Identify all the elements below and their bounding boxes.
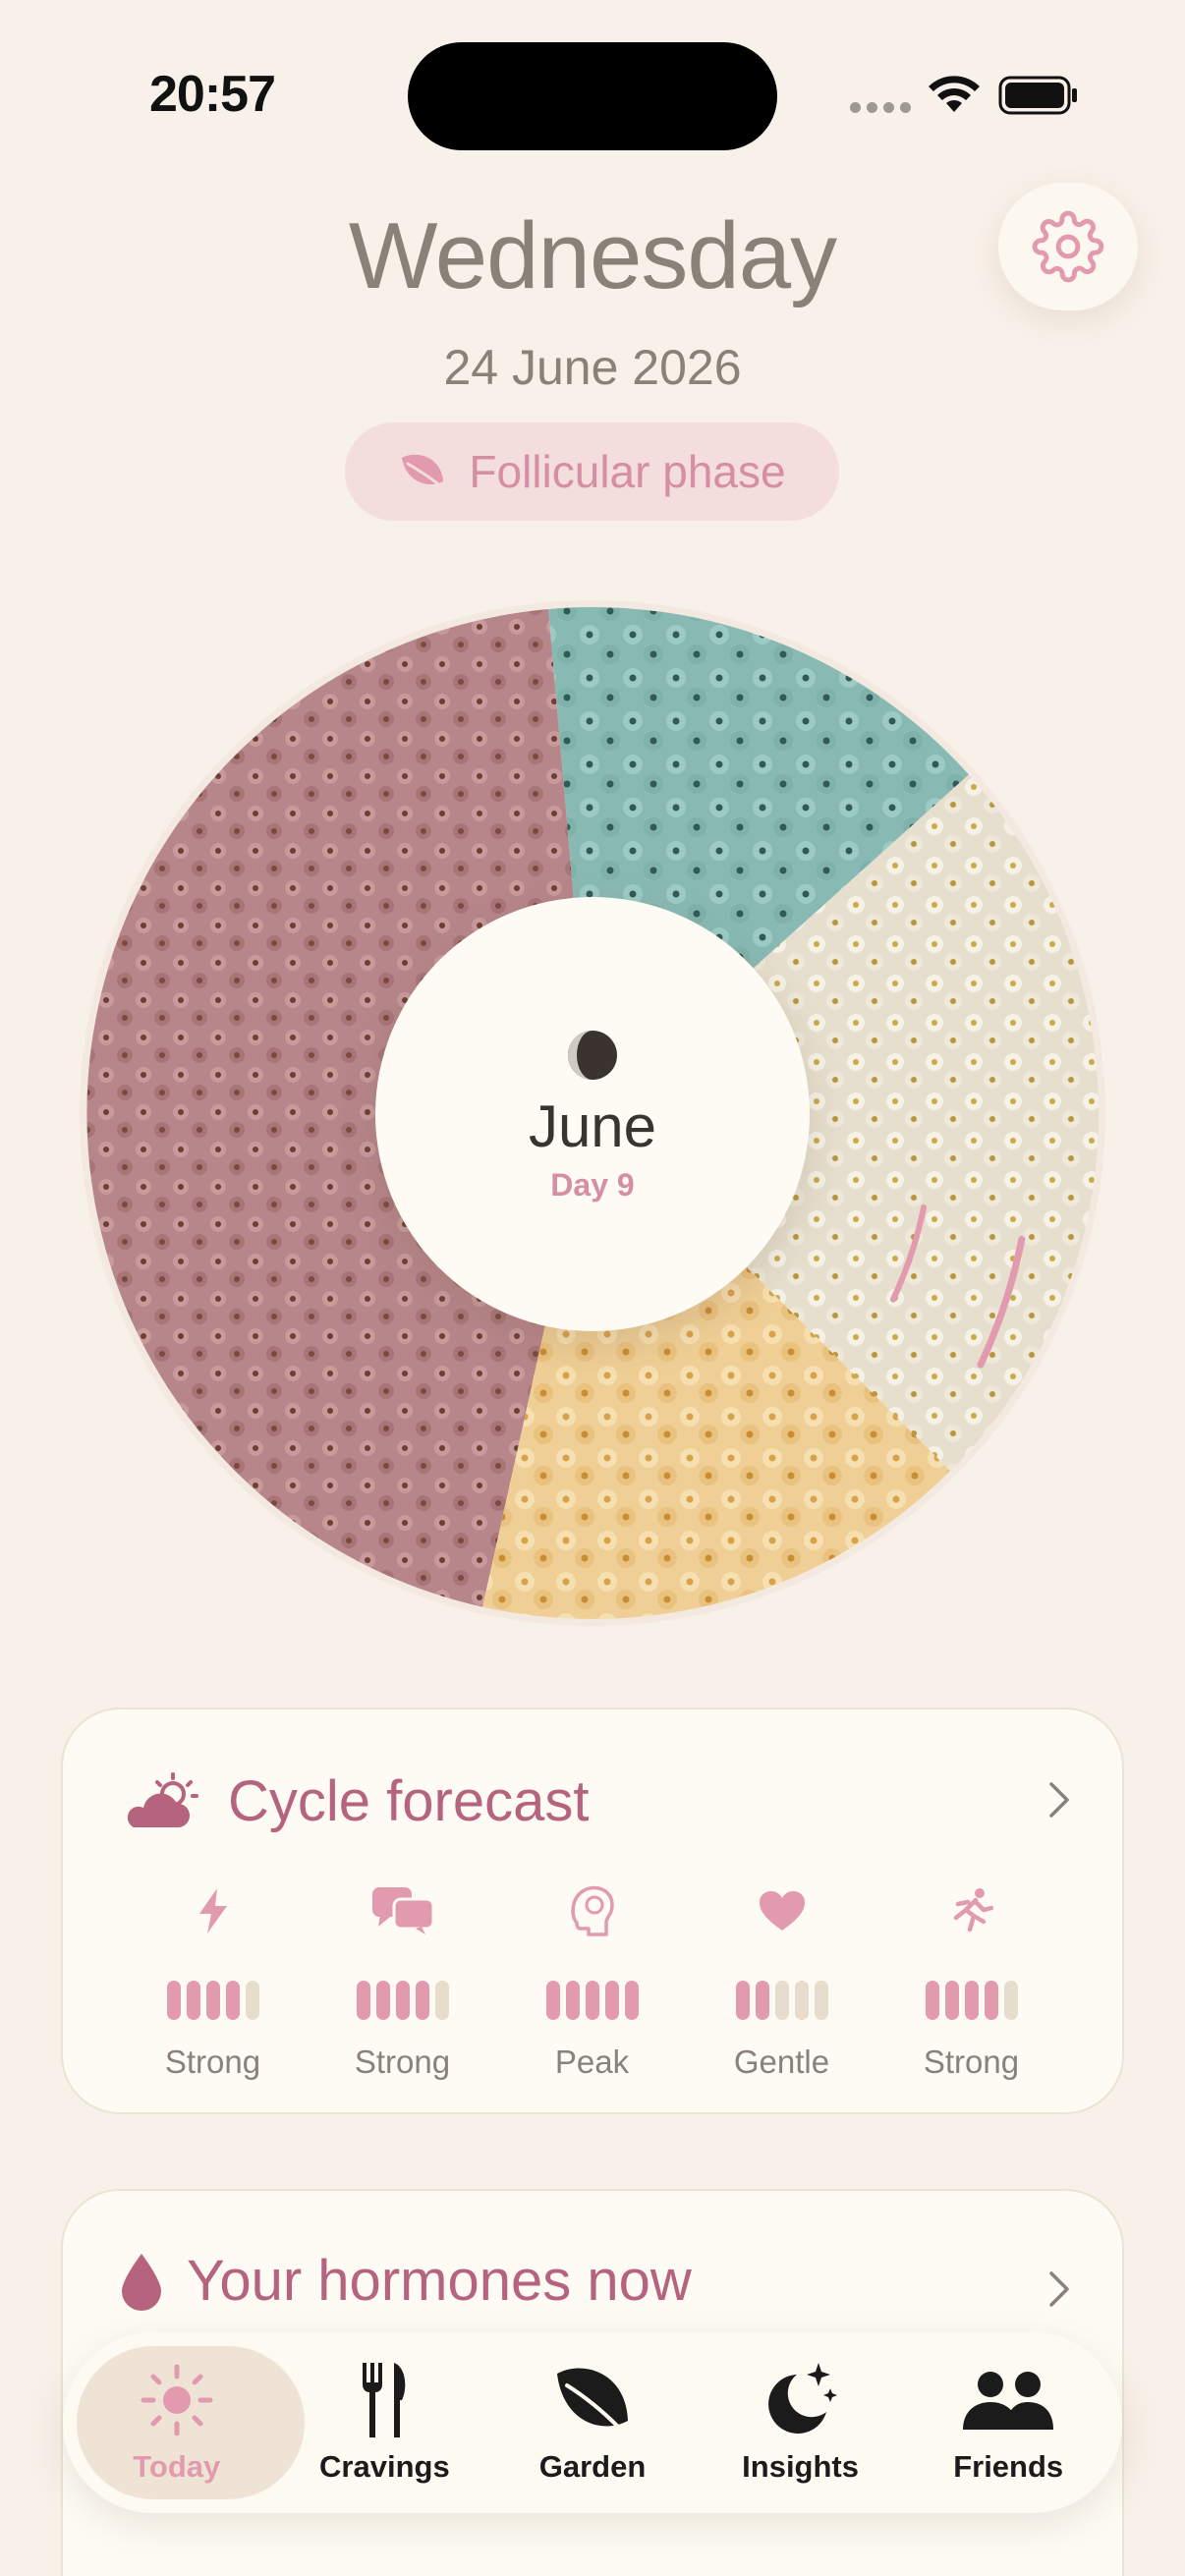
level-bar-filled xyxy=(225,1981,240,2020)
cellular-signal-icon xyxy=(850,102,911,113)
metric-level-label: Strong xyxy=(354,2044,451,2080)
tab-insights[interactable]: Insights xyxy=(697,2332,905,2513)
wheel-day-label: Day 9 xyxy=(550,1167,635,1203)
level-bar-filled xyxy=(205,1981,220,2020)
level-bar-filled xyxy=(415,1981,429,2020)
metric-level-bars xyxy=(166,1981,259,2020)
tab-cravings[interactable]: Cravings xyxy=(281,2332,489,2513)
metric-level-bars xyxy=(925,1981,1018,2020)
sun-icon xyxy=(141,2364,213,2436)
leaf-icon xyxy=(556,2368,628,2429)
metric-level-label: Strong xyxy=(164,2044,261,2080)
running-icon xyxy=(953,1888,993,1932)
metric-level-bars xyxy=(735,1981,828,2020)
level-bar-filled xyxy=(166,1981,181,2020)
level-bar-filled xyxy=(984,1981,998,2020)
status-bar: 20:57 xyxy=(0,0,1185,187)
sun-cloud-icon xyxy=(127,1771,198,1827)
tab-label: Today xyxy=(133,2449,221,2484)
level-bar-filled xyxy=(964,1981,979,2020)
tab-label: Insights xyxy=(742,2449,859,2484)
level-bar-filled xyxy=(545,1981,560,2020)
phase-badge[interactable]: Follicular phase xyxy=(345,422,839,521)
cycle-forecast-card[interactable]: Cycle forecast Strong Strong Peak Gentle xyxy=(61,1708,1124,2114)
metric-level-label: Peak xyxy=(554,2044,630,2080)
brain-icon xyxy=(570,1885,614,1936)
level-bar-filled xyxy=(624,1981,639,2020)
tab-label: Garden xyxy=(538,2449,647,2484)
level-bar-empty xyxy=(245,1981,259,2020)
moon-stars-icon xyxy=(767,2363,837,2434)
forecast-metrics: Strong Strong Peak Gentle Strong xyxy=(118,1878,1067,2081)
level-bar-filled xyxy=(735,1981,750,2020)
level-bar-empty xyxy=(1003,1981,1018,2020)
metric-level-label: Strong xyxy=(923,2044,1020,2080)
fork-knife-icon xyxy=(363,2363,406,2437)
level-bar-filled xyxy=(944,1981,959,2020)
level-bar-filled xyxy=(186,1981,200,2020)
level-bar-filled xyxy=(755,1981,769,2020)
metric-focus: Peak xyxy=(497,1878,687,2081)
level-bar-filled xyxy=(356,1981,370,2020)
metric-level-bars xyxy=(545,1981,639,2020)
level-bar-empty xyxy=(814,1981,828,2020)
tab-label: Friends xyxy=(953,2449,1064,2484)
status-time: 20:57 xyxy=(149,66,276,123)
level-bar-empty xyxy=(794,1981,809,2020)
level-bar-filled xyxy=(925,1981,939,2020)
chat-bubbles-icon xyxy=(371,1887,434,1934)
metric-libido: Gentle xyxy=(687,1878,876,2081)
wifi-icon xyxy=(929,76,980,112)
chevron-right-icon[interactable] xyxy=(1047,2269,1071,2309)
cycle-forecast-title: Cycle forecast xyxy=(228,1769,590,1833)
level-bar-filled xyxy=(395,1981,410,2020)
lightning-icon xyxy=(198,1888,227,1933)
metric-social: Strong xyxy=(308,1878,497,2081)
day-of-week-title: Wednesday xyxy=(348,203,837,308)
tab-friends[interactable]: Friends xyxy=(904,2332,1112,2513)
leaf-icon xyxy=(402,454,444,485)
date-label: 24 June 2026 xyxy=(443,340,742,395)
level-bar-filled xyxy=(375,1981,390,2020)
tab-garden[interactable]: Garden xyxy=(488,2332,697,2513)
dynamic-island xyxy=(408,42,777,150)
metric-exercise: Strong xyxy=(876,1878,1066,2081)
chevron-right-icon[interactable] xyxy=(1047,1780,1071,1820)
metric-level-bars xyxy=(356,1981,449,2020)
battery-icon xyxy=(998,76,1077,115)
moon-phase-icon xyxy=(568,1031,617,1080)
hormones-title: Your hormones now xyxy=(187,2249,692,2313)
level-bar-empty xyxy=(434,1981,449,2020)
people-icon xyxy=(963,2372,1054,2430)
phase-label: Follicular phase xyxy=(469,446,786,497)
heart-icon xyxy=(759,1891,805,1931)
tab-today[interactable]: Today xyxy=(73,2332,305,2513)
level-bar-filled xyxy=(604,1981,619,2020)
tab-bar: Today Cravings Garden Insights Friends xyxy=(63,2332,1122,2513)
drop-icon xyxy=(122,2253,161,2311)
metric-energy: Strong xyxy=(118,1878,308,2081)
metric-level-label: Gentle xyxy=(733,2044,830,2080)
level-bar-empty xyxy=(774,1981,789,2020)
tab-label: Cravings xyxy=(319,2449,450,2484)
level-bar-filled xyxy=(585,1981,599,2020)
wheel-month-label: June xyxy=(528,1093,657,1159)
level-bar-filled xyxy=(565,1981,580,2020)
